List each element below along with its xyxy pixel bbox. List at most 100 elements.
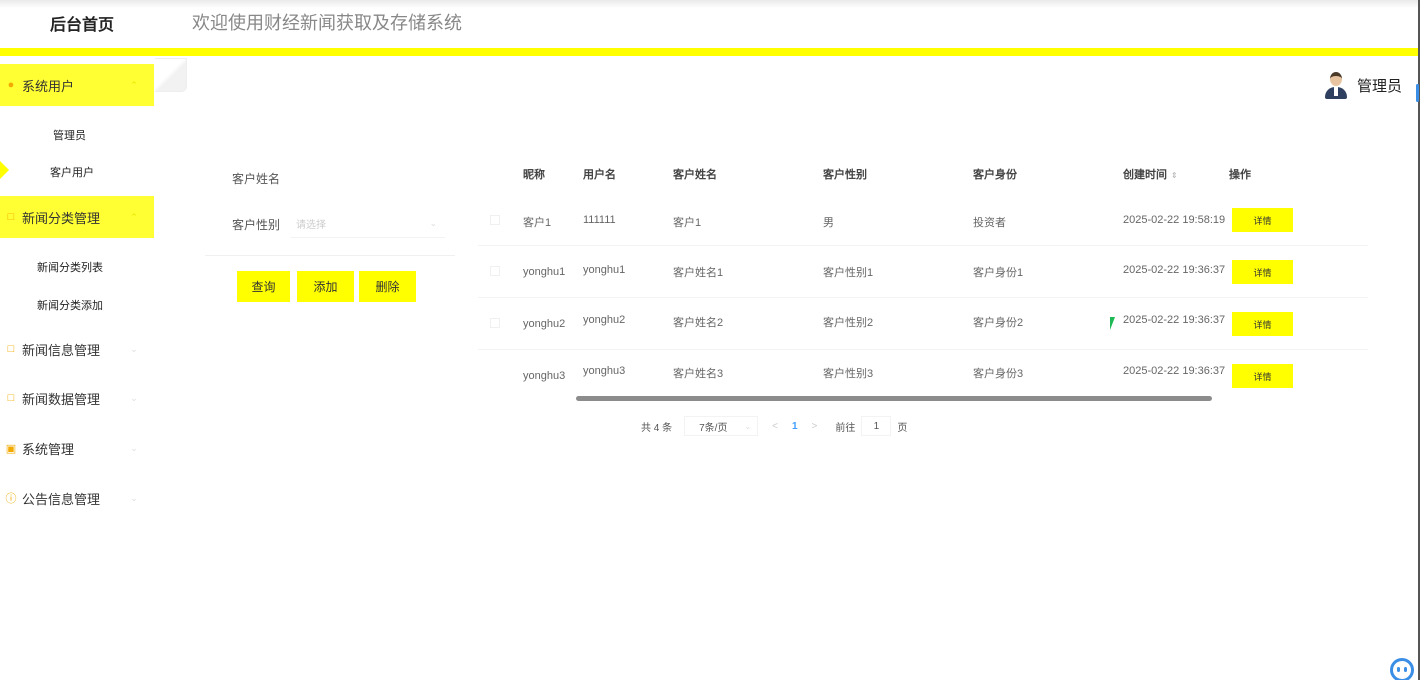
chevron-down-icon: ⌄	[130, 442, 138, 453]
column-header-created-time[interactable]: 创建时间 ⇕	[1123, 166, 1178, 182]
sidebar-group-news-info[interactable]: □ 新闻信息管理 ⌄	[0, 328, 154, 370]
add-button[interactable]: 添加	[297, 271, 354, 302]
goto-suffix: 页	[897, 422, 908, 434]
sidebar-group-label: 公告信息管理	[22, 491, 101, 507]
page-size-value: 7条/页	[699, 422, 728, 434]
admin-page: 后台首页 欢迎使用财经新闻获取及存储系统 ● 系统用户 ⌃ 管理员 客户用户 □…	[0, 0, 1425, 680]
chevron-down-icon: ⌄	[744, 421, 752, 431]
goto-page-input[interactable]: 1	[861, 416, 892, 436]
row-checkbox[interactable]	[490, 266, 500, 276]
prev-page-button[interactable]: <	[772, 421, 778, 432]
detail-button[interactable]: 详情	[1232, 260, 1293, 284]
next-page-button[interactable]: >	[812, 421, 818, 432]
row-divider	[478, 245, 1368, 246]
cell-customer-gender: 客户性别2	[823, 317, 874, 329]
cell-customer-name: 客户姓名3	[673, 368, 724, 380]
delete-button[interactable]: 删除	[359, 271, 416, 302]
cell-nickname: yonghu3	[523, 370, 566, 382]
page-number-1[interactable]: 1	[792, 421, 798, 432]
user-icon: ●	[7, 79, 15, 91]
sidebar-item-admin[interactable]: 管理员	[53, 127, 86, 143]
cell-customer-identity: 客户身份2	[973, 317, 1024, 329]
cell-customer-identity: 投资者	[973, 217, 1006, 229]
cell-nickname: yonghu2	[523, 318, 566, 330]
cell-username: 111111	[583, 214, 616, 226]
chevron-down-icon: ⌄	[429, 218, 437, 228]
sidebar-group-news-category[interactable]: □ 新闻分类管理 ⌃	[0, 196, 154, 238]
chevron-down-icon: ⌄	[130, 392, 138, 403]
settings-icon: ▣	[5, 442, 17, 455]
sort-icon[interactable]: ⇕	[1171, 171, 1178, 180]
row-divider	[478, 297, 1368, 298]
goto-prefix: 前往	[835, 422, 856, 434]
chatbot-icon[interactable]	[1390, 658, 1414, 680]
column-header-customer-identity: 客户身份	[973, 169, 1017, 181]
page-size-select[interactable]: 7条/页 ⌄	[684, 416, 759, 436]
cell-created-time: 2025-02-22 19:36:37	[1123, 365, 1226, 377]
pagination-total: 共 4 条	[641, 422, 673, 434]
query-button[interactable]: 查询	[237, 271, 290, 302]
sidebar-group-label: 新闻数据管理	[22, 391, 101, 407]
window-right-border	[1418, 0, 1425, 680]
row-checkbox[interactable]	[490, 318, 500, 328]
cell-username: yonghu1	[583, 264, 626, 276]
cell-username: yonghu3	[583, 365, 626, 377]
cell-created-time: 2025-02-22 19:36:37	[1123, 264, 1226, 276]
row-divider	[478, 349, 1368, 350]
detail-button[interactable]: 详情	[1232, 312, 1293, 336]
sidebar-group-announcement[interactable]: ⓘ 公告信息管理 ⌄	[0, 477, 154, 519]
customer-gender-label: 客户性别	[232, 218, 281, 232]
table-horizontal-scrollbar[interactable]	[576, 396, 1212, 401]
cell-nickname: yonghu1	[523, 266, 566, 278]
chevron-down-icon: ⌄	[130, 343, 138, 354]
sidebar-group-label: 系统用户	[22, 78, 75, 94]
column-header-customer-name: 客户姓名	[673, 169, 717, 181]
search-divider	[205, 255, 455, 256]
sidebar-group-label: 新闻信息管理	[22, 342, 101, 358]
brand-home-link[interactable]: 后台首页	[50, 11, 114, 35]
chevron-up-icon: ⌃	[130, 211, 138, 222]
user-menu[interactable]: 管理员	[1323, 70, 1402, 100]
cell-customer-name: 客户1	[673, 217, 702, 229]
cell-created-time: 2025-02-22 19:36:37	[1123, 314, 1226, 326]
top-header: 后台首页 欢迎使用财经新闻获取及存储系统	[0, 0, 1425, 50]
sidebar-item-news-category-add[interactable]: 新闻分类添加	[37, 297, 103, 313]
folder-icon: □	[7, 392, 15, 404]
cell-customer-gender: 客户性别1	[823, 267, 874, 279]
cell-customer-identity: 客户身份3	[973, 368, 1024, 380]
sidebar-group-system-users[interactable]: ● 系统用户 ⌃	[0, 64, 154, 106]
sidebar-group-label: 新闻分类管理	[22, 210, 101, 226]
sidebar-item-news-category-list[interactable]: 新闻分类列表	[37, 259, 103, 275]
cell-customer-name: 客户姓名2	[673, 317, 724, 329]
active-item-pointer	[0, 161, 9, 179]
sidebar-group-news-data[interactable]: □ 新闻数据管理 ⌄	[0, 377, 154, 419]
row-checkbox[interactable]	[490, 215, 500, 225]
sidebar-group-system-management[interactable]: ▣ 系统管理 ⌄	[0, 427, 154, 469]
mouse-cursor-icon	[1110, 317, 1120, 330]
column-header-created-time-label: 创建时间	[1123, 169, 1167, 181]
cell-customer-gender: 客户性别3	[823, 368, 874, 380]
chevron-up-icon: ⌃	[130, 79, 138, 90]
detail-button[interactable]: 详情	[1232, 208, 1293, 232]
pagination: 共 4 条 7条/页 ⌄ < 1 > 前往 1 页	[641, 416, 907, 436]
cell-customer-gender: 男	[823, 217, 834, 229]
collapse-sidebar-toggle[interactable]	[155, 58, 187, 92]
column-header-customer-gender: 客户性别	[823, 169, 867, 181]
chevron-down-icon: ⌄	[130, 492, 138, 503]
cell-created-time: 2025-02-22 19:58:19	[1123, 214, 1226, 226]
welcome-title: 欢迎使用财经新闻获取及存储系统	[192, 13, 462, 33]
column-header-nickname: 昵称	[523, 169, 545, 181]
cell-username: yonghu2	[583, 314, 626, 326]
cell-customer-name: 客户姓名1	[673, 267, 724, 279]
avatar	[1323, 70, 1349, 100]
goto-page-value: 1	[873, 420, 880, 432]
customer-name-label: 客户姓名	[232, 172, 281, 186]
detail-button[interactable]: 详情	[1232, 364, 1293, 388]
column-header-actions: 操作	[1229, 169, 1251, 181]
column-header-username: 用户名	[583, 169, 616, 181]
sidebar-item-customer-users[interactable]: 客户用户	[50, 164, 94, 180]
gender-select[interactable]: 请选择 ⌄	[290, 210, 445, 238]
scroll-indicator[interactable]	[1416, 84, 1419, 102]
folder-icon: □	[7, 211, 15, 223]
header-accent-line	[0, 48, 1418, 56]
